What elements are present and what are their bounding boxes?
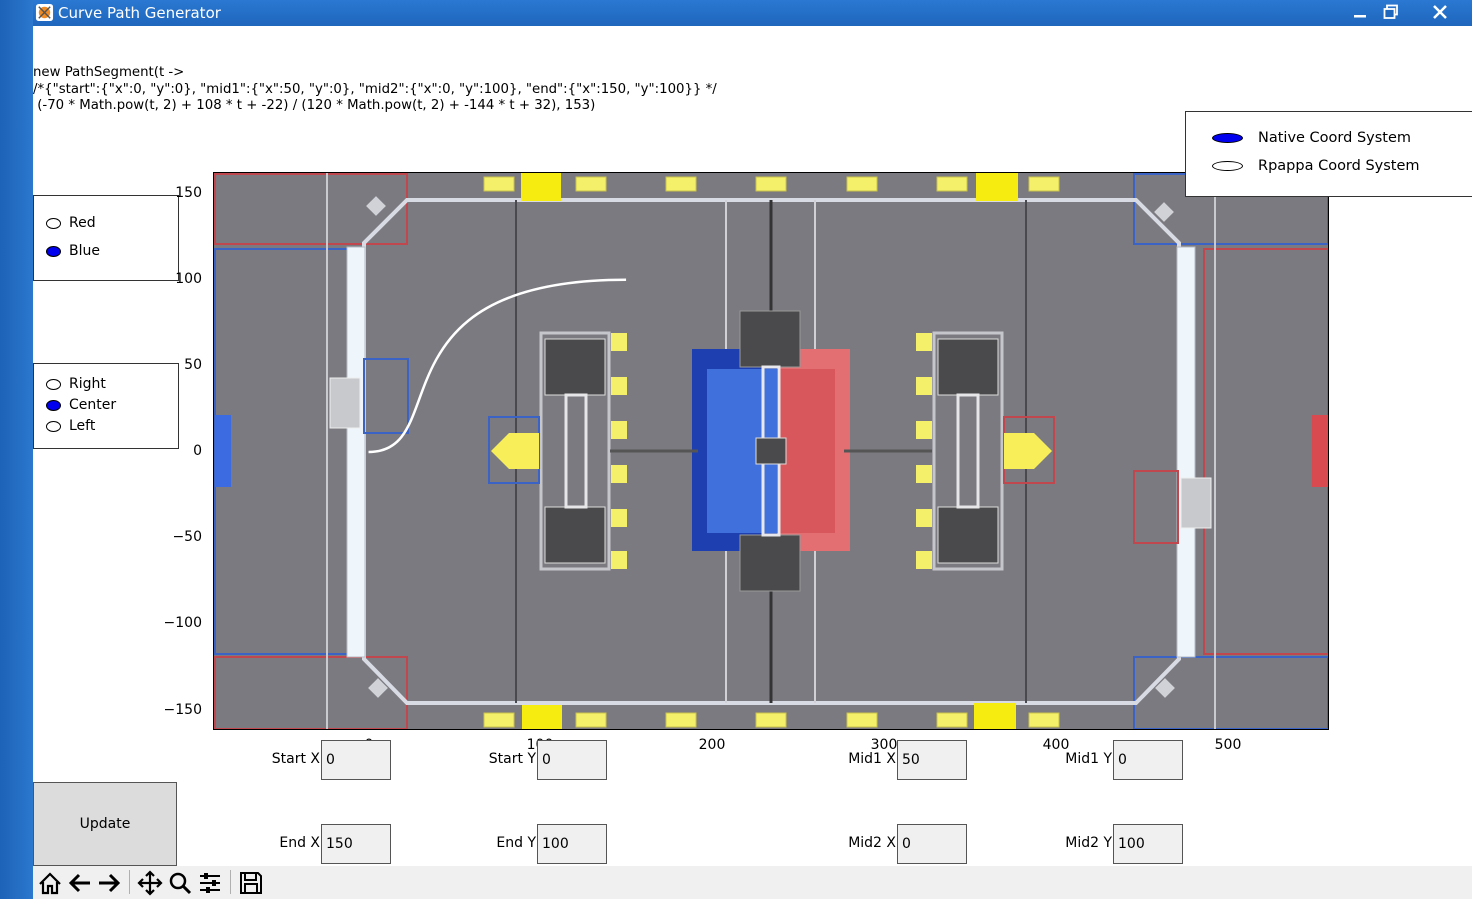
mid2-x-label: Mid2 X	[848, 835, 896, 851]
y-tick-label: 100	[175, 271, 202, 287]
code-line-1: new PathSegment(t ->	[33, 65, 185, 80]
mid2-y-label: Mid2 Y	[1065, 835, 1112, 851]
position-option-label: Left	[69, 418, 96, 434]
update-button[interactable]: Update	[33, 782, 177, 866]
position-radio-group: Right Center Left	[33, 363, 179, 449]
save-icon	[240, 872, 262, 894]
restore-button[interactable]	[1376, 0, 1406, 24]
start-x-label: Start X	[271, 751, 320, 767]
radio-center-icon	[46, 399, 61, 411]
y-tick-label: 150	[175, 185, 202, 201]
alliance-option-label: Red	[69, 215, 96, 231]
coord-option-label: Rpappa Coord System	[1258, 158, 1420, 174]
alliance-option-label: Blue	[69, 243, 100, 259]
mid1-x-label: Mid1 X	[848, 751, 896, 767]
position-option-right[interactable]: Right	[46, 375, 106, 393]
zoom-icon	[169, 872, 192, 895]
position-option-label: Right	[69, 376, 106, 392]
y-tick-label: 50	[184, 357, 202, 373]
minimize-icon	[1354, 15, 1366, 18]
x-tick-label: 500	[1214, 737, 1242, 753]
native-coord-icon	[1212, 133, 1243, 143]
code-line-2: /*{"start":{"x":0, "y":0}, "mid1":{"x":5…	[33, 81, 717, 97]
y-tick-label: 0	[193, 443, 202, 459]
end-x-label: End X	[279, 835, 320, 851]
close-button[interactable]	[1425, 0, 1455, 24]
start-y-input[interactable]: 0	[537, 740, 607, 780]
toolbar-divider	[129, 870, 130, 894]
position-option-center[interactable]: Center	[46, 396, 116, 414]
mid2-y-input[interactable]: 100	[1113, 824, 1183, 864]
configure-icon	[200, 873, 220, 893]
plot-toolbar	[33, 866, 1472, 899]
generated-code: new PathSegment(t ->/*{"start":{"x":0, "…	[33, 65, 717, 115]
y-tick-label: −50	[172, 529, 202, 545]
configure-button[interactable]	[196, 869, 224, 897]
position-option-label: Center	[69, 397, 117, 413]
position-option-left[interactable]: Left	[46, 417, 95, 435]
close-icon	[1433, 5, 1447, 19]
mid1-x-input[interactable]: 50	[897, 740, 967, 780]
forward-icon	[99, 873, 121, 893]
y-tick-label: −100	[163, 615, 202, 631]
end-x-input[interactable]: 150	[321, 824, 391, 864]
alliance-option-blue[interactable]: Blue	[46, 242, 100, 260]
window-title: Curve Path Generator	[58, 4, 221, 22]
home-icon	[39, 872, 61, 895]
pan-button[interactable]	[136, 869, 164, 897]
alliance-radio-group: Red Blue	[33, 195, 179, 281]
code-line-3: (-70 * Math.pow(t, 2) + 108 * t + -22) /…	[33, 98, 596, 113]
coord-system-radio-group: Native Coord System Rpappa Coord System	[1185, 111, 1472, 197]
home-button[interactable]	[36, 869, 64, 897]
title-bar: Curve Path Generator	[33, 0, 1472, 26]
robotics-field-image	[214, 173, 1328, 729]
app-icon	[35, 3, 54, 22]
mid1-y-input[interactable]: 0	[1113, 740, 1183, 780]
coord-option-rpappa[interactable]: Rpappa Coord System	[1212, 158, 1420, 174]
radio-right-icon	[46, 378, 61, 390]
end-y-input[interactable]: 100	[537, 824, 607, 864]
zoom-button[interactable]	[166, 869, 194, 897]
minimize-button[interactable]	[1345, 0, 1375, 24]
field-plot[interactable]	[213, 172, 1329, 730]
desktop-edge	[0, 0, 33, 899]
toolbar-divider	[230, 870, 231, 894]
y-tick-label: −150	[163, 702, 202, 718]
mid2-x-input[interactable]: 0	[897, 824, 967, 864]
start-y-label: Start Y	[488, 751, 536, 767]
back-button[interactable]	[66, 869, 94, 897]
back-icon	[68, 873, 90, 893]
forward-button[interactable]	[95, 869, 123, 897]
radio-left-icon	[46, 420, 61, 432]
mid1-y-label: Mid1 Y	[1065, 751, 1112, 767]
pan-icon	[137, 870, 163, 896]
end-y-label: End Y	[496, 835, 536, 851]
alliance-option-red[interactable]: Red	[46, 214, 96, 232]
x-tick-label: 200	[698, 737, 726, 753]
coord-option-native[interactable]: Native Coord System	[1212, 130, 1411, 146]
save-button[interactable]	[237, 869, 265, 897]
radio-blue-icon	[46, 245, 61, 257]
restore-icon	[1383, 4, 1398, 19]
start-x-input[interactable]: 0	[321, 740, 391, 780]
coord-option-label: Native Coord System	[1258, 130, 1412, 146]
rpappa-coord-icon	[1212, 161, 1243, 171]
radio-red-icon	[46, 217, 61, 229]
